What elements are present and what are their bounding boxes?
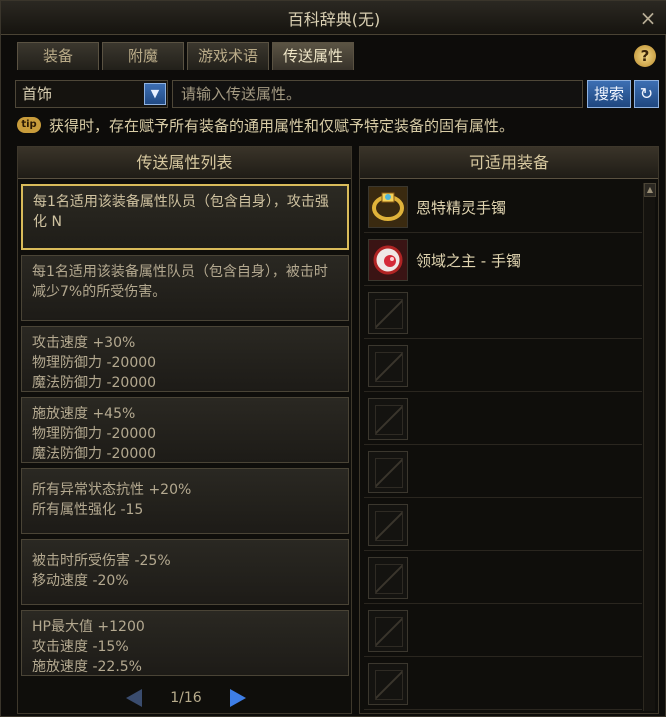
empty-slot-icon (368, 557, 408, 599)
attribute-item[interactable]: 攻击速度 +30% 物理防御力 -20000 魔法防御力 -20000 (21, 326, 349, 392)
search-input[interactable] (172, 80, 583, 108)
category-dropdown[interactable]: 首饰 ▼ (15, 80, 168, 108)
equipment-row[interactable]: 领域之主 - 手镯 (364, 236, 642, 286)
category-selected: 首饰 (22, 85, 53, 103)
tab-transfer-attributes[interactable]: 传送属性 (272, 42, 354, 70)
equipment-row[interactable]: 恩特精灵手镯 (364, 183, 642, 233)
attribute-item[interactable]: 被击时所受伤害 -25% 移动速度 -20% (21, 539, 349, 605)
attribute-item[interactable]: 施放速度 +45% 物理防御力 -20000 魔法防御力 -20000 (21, 397, 349, 463)
title-bar[interactable]: 百科辞典(无) × (1, 1, 666, 35)
attribute-line: 物理防御力 -20000 (32, 426, 157, 442)
attribute-line: 所有异常状态抗性 +20% (32, 482, 192, 498)
tip-row: tip 获得时，存在赋予所有装备的通用属性和仅赋予特定装备的固有属性。 (17, 115, 514, 135)
tab-equipment[interactable]: 装备 (17, 42, 99, 70)
attribute-line: 魔法防御力 -20000 (32, 375, 157, 391)
close-button[interactable]: × (637, 7, 659, 29)
equipment-row (364, 289, 642, 339)
scroll-up-icon[interactable]: ▲ (644, 183, 656, 197)
page-indicator: 1/16 (170, 690, 202, 706)
equipment-name: 领域之主 - 手镯 (416, 252, 521, 270)
attribute-line: 被击时所受伤害 -25% (32, 553, 171, 569)
tab-bar: 装备 附魔 游戏术语 传送属性 (17, 42, 357, 70)
attribute-line: 攻击速度 +30% (32, 335, 136, 351)
tip-text: 获得时，存在赋予所有装备的通用属性和仅赋予特定装备的固有属性。 (49, 116, 515, 135)
empty-slot-icon (368, 610, 408, 652)
attribute-line: 魔法防御力 -20000 (32, 446, 157, 462)
search-button[interactable]: 搜索 (587, 80, 631, 108)
equipment-row (364, 395, 642, 445)
encyclopedia-window: 百科辞典(无) × 装备 附魔 游戏术语 传送属性 ? 首饰 ▼ 搜索 ↻ ti… (0, 0, 666, 717)
equipment-name: 恩特精灵手镯 (416, 199, 507, 217)
attribute-list-header: 传送属性列表 (18, 147, 351, 179)
attribute-item[interactable]: 所有异常状态抗性 +20% 所有属性强化 -15 (21, 468, 349, 534)
attribute-line: 每1名适用该装备属性队员（包含自身），攻击强化 N (33, 194, 329, 230)
equipment-row (364, 660, 642, 710)
pagination: 1/16 (126, 687, 246, 709)
chevron-down-icon[interactable]: ▼ (144, 83, 166, 105)
attribute-line: HP最大值 +1200 (32, 619, 145, 635)
filter-row: 首饰 ▼ 搜索 ↻ (15, 80, 659, 108)
empty-slot-icon (368, 345, 408, 387)
next-page-icon[interactable] (229, 689, 246, 707)
equipment-row (364, 501, 642, 551)
equipment-row (364, 554, 642, 604)
tab-game-terms[interactable]: 游戏术语 (187, 42, 269, 70)
applicable-equipment-header: 可适用装备 (360, 147, 658, 179)
bracelet-red-orb-icon[interactable] (368, 239, 408, 281)
attribute-item[interactable]: 每1名适用该装备属性队员（包含自身），被击时减少7%的所受伤害。 (21, 255, 349, 321)
empty-slot-icon (368, 292, 408, 334)
empty-slot-icon (368, 398, 408, 440)
prev-page-icon[interactable] (126, 689, 142, 707)
attribute-line: 施放速度 -22.5% (32, 659, 142, 675)
tip-badge: tip (17, 117, 41, 133)
attribute-line: 移动速度 -20% (32, 573, 129, 589)
attribute-item[interactable]: HP最大值 +1200 攻击速度 -15% 施放速度 -22.5% (21, 610, 349, 676)
bracelet-gold-icon[interactable] (368, 186, 408, 228)
empty-slot-icon (368, 663, 408, 705)
empty-slot-icon (368, 504, 408, 546)
attribute-line: 所有属性强化 -15 (32, 502, 144, 518)
refresh-icon[interactable]: ↻ (634, 80, 659, 108)
help-button[interactable]: ? (634, 45, 656, 67)
equipment-row (364, 342, 642, 392)
empty-slot-icon (368, 451, 408, 493)
equipment-row (364, 448, 642, 498)
tab-enchant[interactable]: 附魔 (102, 42, 184, 70)
applicable-equipment-panel: 可适用装备 恩特精灵手镯 领域之主 - 手镯 ▲ (359, 146, 659, 714)
equipment-row (364, 607, 642, 657)
equipment-scrollbar[interactable]: ▲ (643, 183, 656, 711)
window-title: 百科辞典(无) (287, 9, 381, 29)
attribute-line: 施放速度 +45% (32, 406, 136, 422)
attribute-line: 攻击速度 -15% (32, 639, 129, 655)
attribute-item[interactable]: 每1名适用该装备属性队员（包含自身），攻击强化 N (21, 184, 349, 250)
attribute-line: 物理防御力 -20000 (32, 355, 157, 371)
attribute-line: 每1名适用该装备属性队员（包含自身），被击时减少7%的所受伤害。 (32, 264, 328, 300)
attribute-list-panel: 传送属性列表 每1名适用该装备属性队员（包含自身），攻击强化 N 每1名适用该装… (17, 146, 352, 714)
